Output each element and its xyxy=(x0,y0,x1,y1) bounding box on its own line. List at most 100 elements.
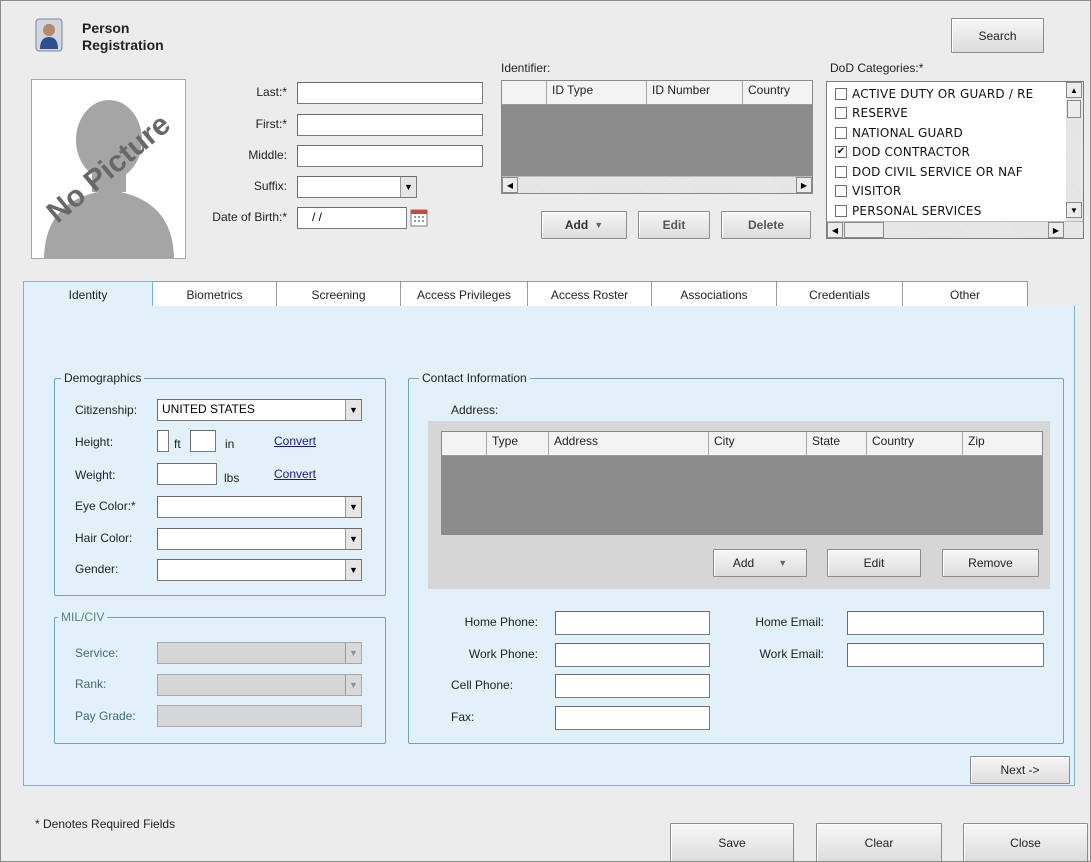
identifier-hscrollbar[interactable]: ◀ ▶ xyxy=(502,176,812,193)
tab-access-privileges[interactable]: Access Privileges xyxy=(401,281,528,307)
required-fields-note: * Denotes Required Fields xyxy=(35,817,176,831)
address-col-city[interactable]: City xyxy=(709,432,807,455)
person-registration-window: Person Registration Search No Picture La… xyxy=(0,0,1091,862)
identifier-col-country[interactable]: Country xyxy=(743,81,812,104)
scroll-thumb[interactable] xyxy=(1067,100,1081,118)
suffix-label: Suffix: xyxy=(253,179,287,193)
dod-vscrollbar[interactable]: ▲ ▼ xyxy=(1066,82,1083,221)
chevron-down-icon[interactable]: ▼ xyxy=(345,643,361,663)
identifier-col-id-number[interactable]: ID Number xyxy=(647,81,743,104)
identity-tab-panel: Demographics Citizenship: UNITED STATES … xyxy=(23,306,1075,786)
home-phone-field[interactable] xyxy=(555,611,710,635)
chevron-down-icon[interactable]: ▼ xyxy=(345,560,361,580)
dod-category-label: NATIONAL GUARD xyxy=(852,125,963,140)
dod-category-label: DOD CIVIL SERVICE OR NAF xyxy=(852,164,1023,179)
scroll-left-icon[interactable]: ◀ xyxy=(827,222,843,238)
fax-field[interactable] xyxy=(555,706,710,730)
work-phone-field[interactable] xyxy=(555,643,710,667)
middle-name-label: Middle: xyxy=(248,148,287,162)
dod-category-item[interactable]: DOD CIVIL SERVICE OR NAF xyxy=(835,162,1023,181)
pay-grade-field[interactable] xyxy=(157,705,362,727)
dod-category-item[interactable]: ACTIVE DUTY OR GUARD / RE xyxy=(835,84,1033,103)
dod-category-item[interactable]: VISITOR xyxy=(835,182,901,201)
chevron-down-icon[interactable]: ▼ xyxy=(400,177,416,197)
service-select[interactable]: ▼ xyxy=(157,642,362,664)
scroll-right-icon[interactable]: ▶ xyxy=(796,177,812,193)
clear-button[interactable]: Clear xyxy=(816,823,942,861)
calendar-icon[interactable] xyxy=(410,208,428,227)
identifier-delete-button[interactable]: Delete xyxy=(721,211,811,239)
weight-field[interactable] xyxy=(157,463,217,485)
identifier-edit-button[interactable]: Edit xyxy=(638,211,710,239)
middle-name-field[interactable] xyxy=(297,145,483,167)
eye-color-select[interactable]: ▼ xyxy=(157,496,362,518)
chevron-down-icon[interactable]: ▼ xyxy=(345,675,361,695)
scroll-up-icon[interactable]: ▲ xyxy=(1066,82,1082,98)
dod-category-item[interactable]: ✔ DOD CONTRACTOR xyxy=(835,143,970,162)
rank-select[interactable]: ▼ xyxy=(157,674,362,696)
next-button[interactable]: Next -> xyxy=(970,756,1070,784)
height-inches-field[interactable] xyxy=(190,430,216,452)
address-grid[interactable]: Type Address City State Country Zip xyxy=(441,431,1043,535)
scroll-thumb[interactable] xyxy=(844,222,884,238)
checkbox-icon[interactable] xyxy=(835,185,847,197)
search-button[interactable]: Search xyxy=(951,18,1044,53)
last-name-field[interactable] xyxy=(297,82,483,104)
dob-field[interactable]: / / xyxy=(297,207,407,229)
checkbox-icon[interactable] xyxy=(835,126,847,139)
identifier-add-button[interactable]: Add ▼ xyxy=(541,211,627,239)
dod-hscrollbar[interactable]: ◀ ▶ xyxy=(827,221,1083,238)
chevron-down-icon[interactable]: ▼ xyxy=(345,529,361,549)
dod-category-item[interactable]: RESERVE xyxy=(835,104,908,123)
address-col-state[interactable]: State xyxy=(807,432,867,455)
checked-checkbox-icon[interactable]: ✔ xyxy=(835,146,847,158)
weight-convert-link[interactable]: Convert xyxy=(274,467,316,481)
cell-phone-field[interactable] xyxy=(555,674,710,698)
checkbox-icon[interactable] xyxy=(835,165,847,178)
tab-identity[interactable]: Identity xyxy=(23,281,153,308)
work-email-label: Work Email: xyxy=(759,647,824,661)
identifier-grid[interactable]: ID Type ID Number Country ◀ ▶ xyxy=(501,80,813,194)
person-icon xyxy=(35,18,63,52)
first-name-field[interactable] xyxy=(297,114,483,136)
checkbox-icon[interactable] xyxy=(835,107,847,119)
chevron-down-icon[interactable]: ▼ xyxy=(345,497,361,517)
tab-biometrics[interactable]: Biometrics xyxy=(153,281,277,307)
checkbox-icon[interactable] xyxy=(835,204,847,217)
save-button[interactable]: Save xyxy=(670,823,794,861)
address-remove-button[interactable]: Remove xyxy=(942,549,1039,577)
gender-select[interactable]: ▼ xyxy=(157,559,362,581)
scroll-left-icon[interactable]: ◀ xyxy=(502,177,518,193)
height-convert-link[interactable]: Convert xyxy=(274,434,316,448)
suffix-select[interactable]: ▼ xyxy=(297,176,417,198)
address-col-zip[interactable]: Zip xyxy=(963,432,1042,455)
address-add-label: Add xyxy=(732,556,755,570)
lbs-unit: lbs xyxy=(224,471,240,485)
identifier-col-id-type[interactable]: ID Type xyxy=(547,81,647,104)
checkbox-icon[interactable] xyxy=(835,87,847,100)
address-add-button[interactable]: Add ▼ xyxy=(713,549,807,577)
dod-categories-list[interactable]: ACTIVE DUTY OR GUARD / RE RESERVE NATIONAL… xyxy=(826,81,1084,239)
tab-associations[interactable]: Associations xyxy=(652,281,777,307)
address-edit-button[interactable]: Edit xyxy=(827,549,921,577)
no-picture-placeholder[interactable]: No Picture xyxy=(31,79,186,259)
tab-credentials[interactable]: Credentials xyxy=(777,281,903,307)
tab-access-roster[interactable]: Access Roster xyxy=(528,281,652,307)
hair-color-select[interactable]: ▼ xyxy=(157,528,362,550)
chevron-down-icon[interactable]: ▼ xyxy=(345,400,361,420)
close-button[interactable]: Close xyxy=(963,823,1088,861)
work-email-field[interactable] xyxy=(847,643,1044,667)
dod-category-item[interactable]: PERSONAL SERVICES xyxy=(835,201,982,220)
citizenship-select[interactable]: UNITED STATES ▼ xyxy=(157,399,362,421)
tab-screening[interactable]: Screening xyxy=(277,281,401,307)
address-area: Type Address City State Country Zip Add … xyxy=(428,421,1050,589)
home-email-field[interactable] xyxy=(847,611,1044,635)
tab-other[interactable]: Other xyxy=(903,281,1028,307)
address-col-address[interactable]: Address xyxy=(549,432,709,455)
address-col-type[interactable]: Type xyxy=(487,432,549,455)
dod-category-item[interactable]: NATIONAL GUARD xyxy=(835,123,963,142)
scroll-right-icon[interactable]: ▶ xyxy=(1048,222,1064,238)
scroll-down-icon[interactable]: ▼ xyxy=(1066,202,1082,218)
address-col-country[interactable]: Country xyxy=(867,432,963,455)
height-feet-field[interactable] xyxy=(157,430,169,452)
